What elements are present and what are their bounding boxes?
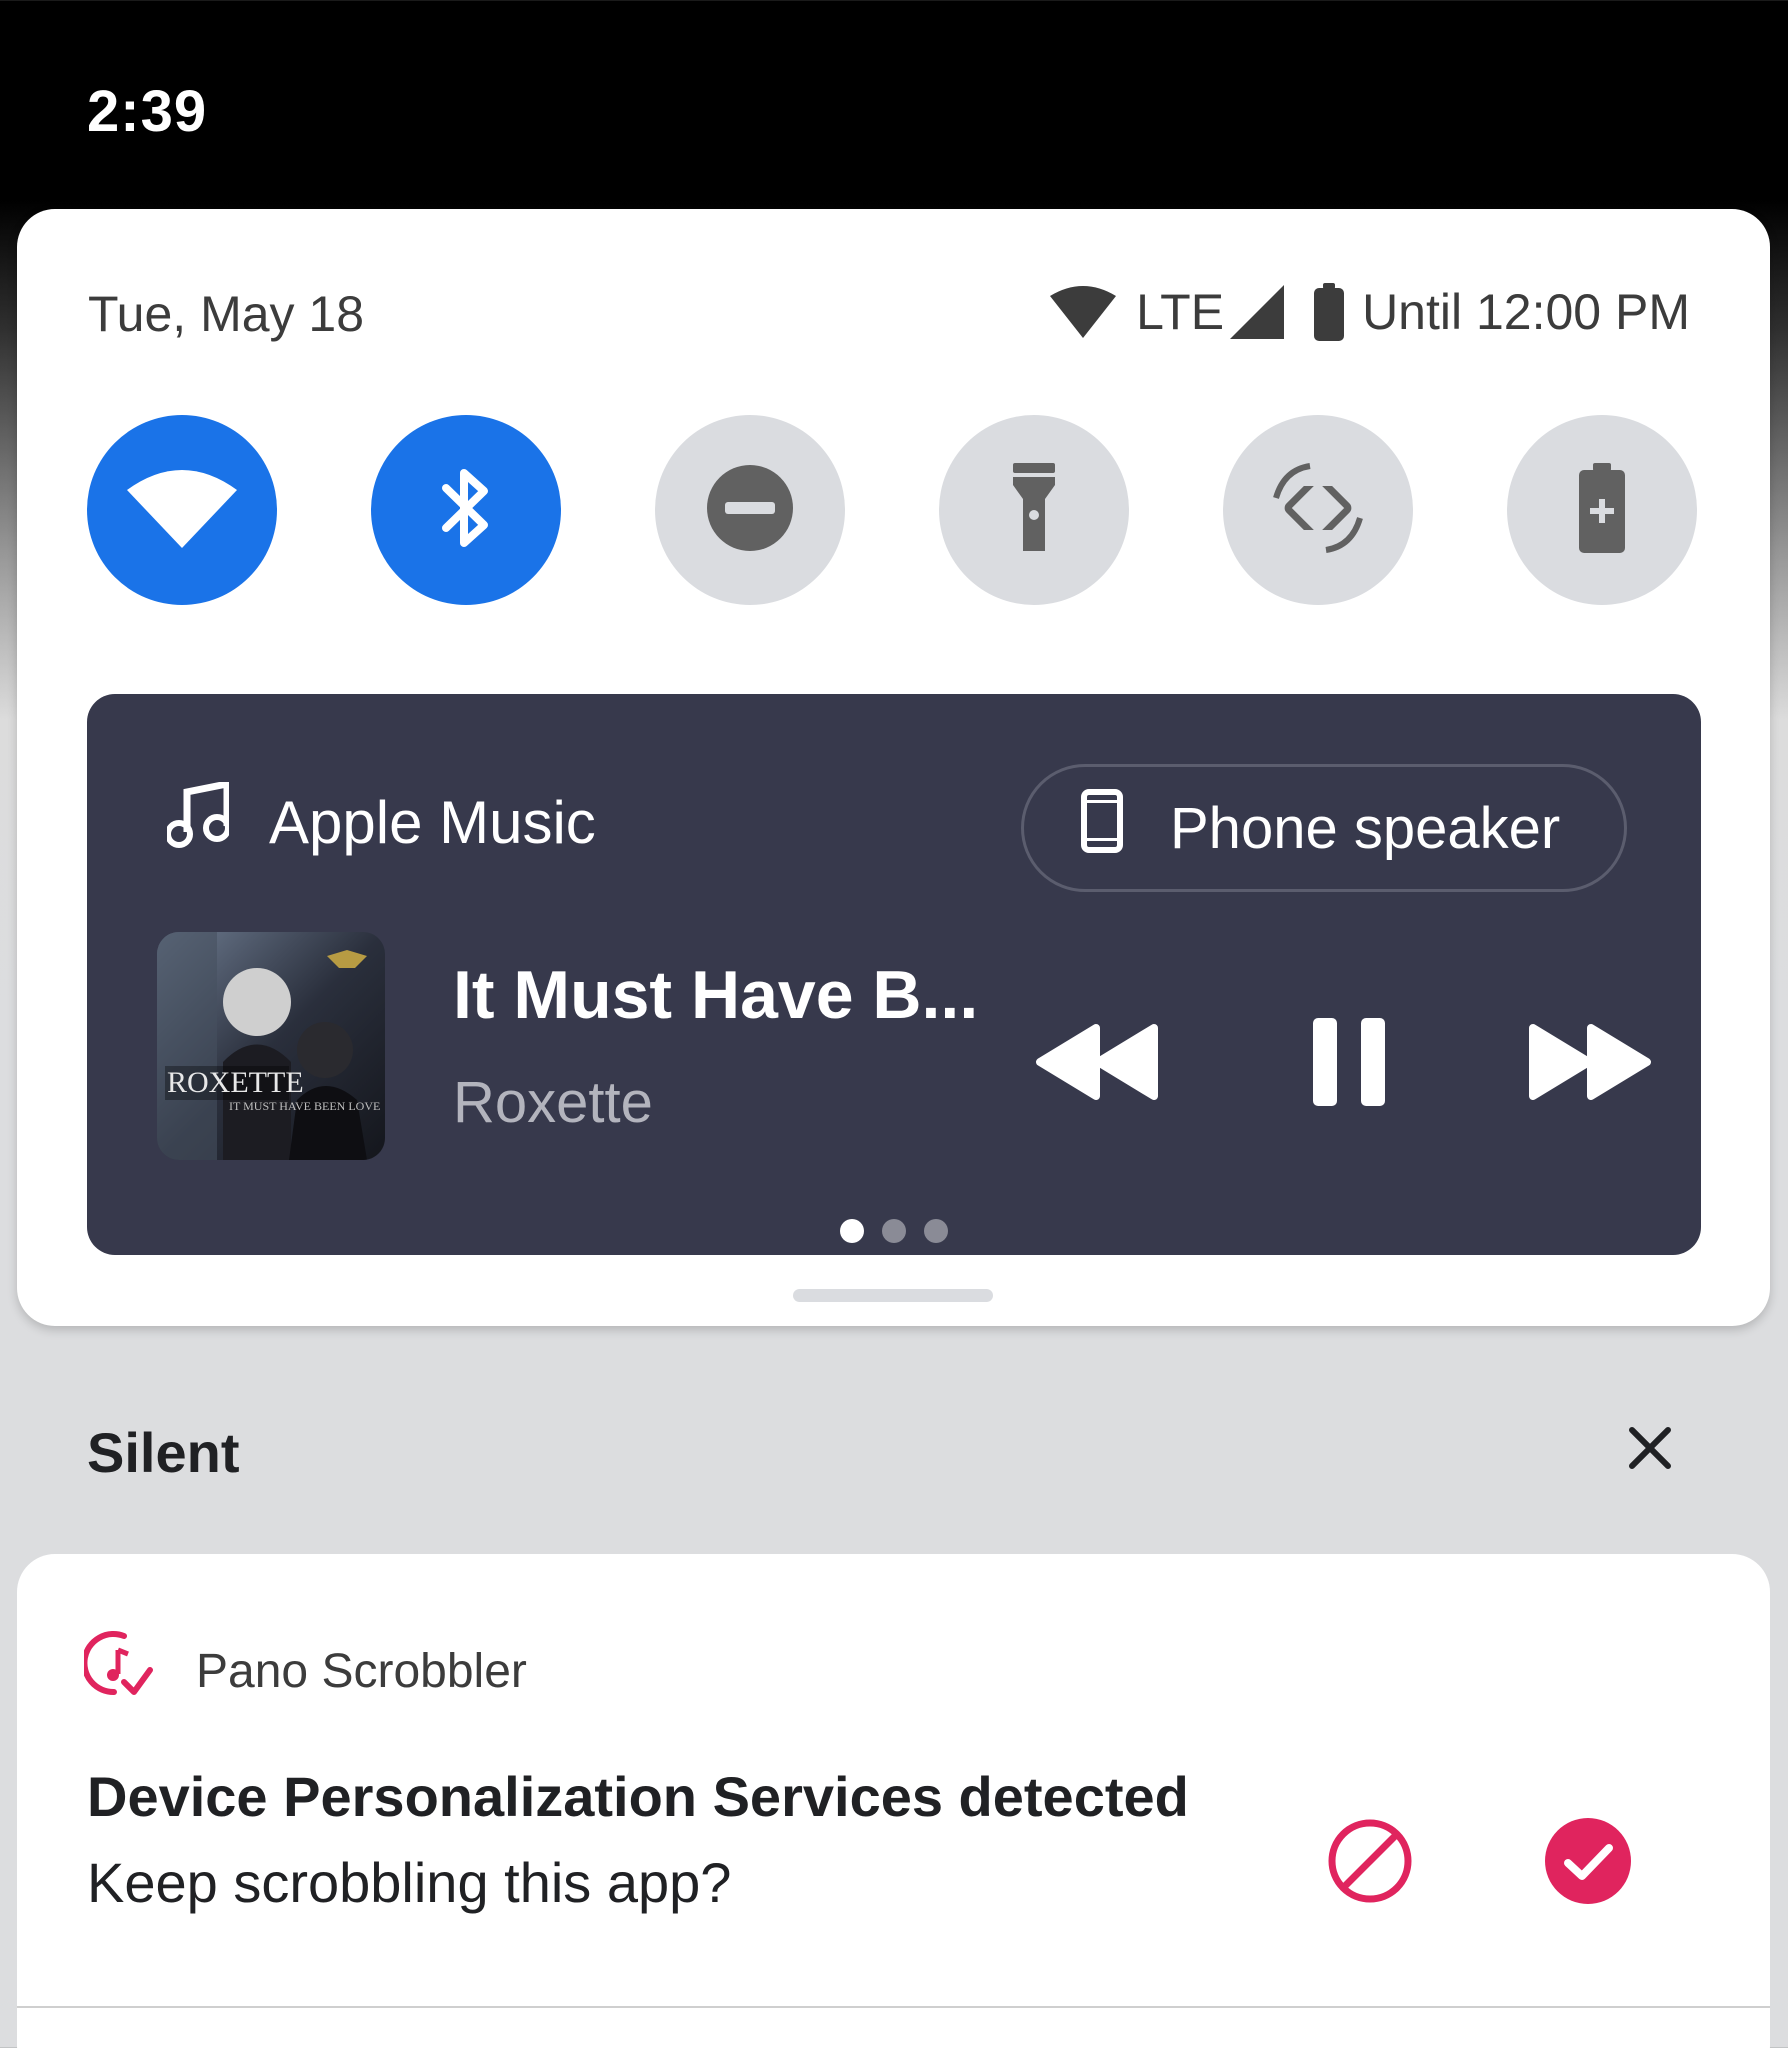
tile-flashlight[interactable] [939, 415, 1129, 605]
svg-text:IT MUST HAVE BEEN LOVE: IT MUST HAVE BEEN LOVE [229, 1099, 380, 1113]
album-art-logo: ROXETTE [167, 1066, 304, 1099]
media-app-name: Apple Music [269, 788, 596, 856]
fast-forward-icon [1525, 1023, 1655, 1105]
wifi-signal-icon [1050, 286, 1117, 338]
tile-wifi[interactable] [87, 415, 277, 605]
quick-settings-panel: Tue, May 18 LTE Until 12:00 PM Apple Mus… [17, 209, 1770, 1326]
album-art: ROXETTE IT MUST HAVE BEEN LOVE [157, 932, 385, 1160]
notification-divider [17, 2006, 1770, 2008]
media-page-indicator [87, 1219, 1701, 1243]
status-icons: LTE Until 12:00 PM [1050, 279, 1690, 345]
tile-auto-rotate[interactable] [1223, 415, 1413, 605]
media-app-header: Apple Music [165, 779, 596, 862]
block-icon [1326, 1817, 1414, 1910]
notification-app-name: Pano Scrobbler [196, 1644, 527, 1698]
battery-icon [1314, 283, 1345, 341]
phone-icon [1080, 788, 1124, 868]
section-title: Silent [87, 1421, 240, 1484]
panel-drag-handle[interactable] [793, 1289, 993, 1302]
page-dot[interactable] [924, 1219, 948, 1243]
tile-do-not-disturb[interactable] [655, 415, 845, 605]
cell-signal-icon [1230, 285, 1285, 339]
notification-text: Keep scrobbling this app? [87, 1851, 732, 1914]
pause-button[interactable] [1274, 994, 1424, 1134]
next-track-button[interactable] [1515, 994, 1665, 1134]
bluetooth-icon [436, 463, 496, 558]
previous-track-button[interactable] [1022, 994, 1172, 1134]
notification-card[interactable]: Pano Scrobbler Device Personalization Se… [17, 1554, 1770, 2048]
output-device-chip[interactable]: Phone speaker [1021, 764, 1627, 892]
page-dot[interactable] [882, 1219, 906, 1243]
check-icon [1544, 1817, 1632, 1910]
track-title: It Must Have B... [453, 957, 979, 1033]
rewind-icon [1032, 1023, 1162, 1105]
auto-rotate-icon [1270, 460, 1366, 561]
block-action-button[interactable] [1315, 1808, 1425, 1918]
track-artist: Roxette [453, 1070, 653, 1135]
music-note-icon [165, 779, 231, 862]
close-icon [1628, 1426, 1672, 1475]
page-dot[interactable] [840, 1219, 864, 1243]
notification-app-header: Pano Scrobbler [81, 1630, 527, 1712]
clear-section-button[interactable] [1620, 1420, 1680, 1480]
battery-estimate-label: Until 12:00 PM [1362, 284, 1690, 340]
accept-action-button[interactable] [1533, 1808, 1643, 1918]
date-label[interactable]: Tue, May 18 [88, 285, 364, 343]
pano-scrobbler-icon [81, 1630, 154, 1712]
battery-saver-icon [1579, 462, 1625, 558]
flashlight-icon [1009, 462, 1059, 558]
notification-title: Device Personalization Services detected [87, 1765, 1189, 1828]
network-type-label: LTE [1136, 284, 1225, 340]
quick-settings-tiles [87, 415, 1717, 605]
output-device-label: Phone speaker [1170, 795, 1561, 861]
status-bar-time: 2:39 [87, 79, 208, 144]
pause-icon [1313, 1017, 1385, 1111]
wifi-icon [127, 468, 237, 553]
tile-bluetooth[interactable] [371, 415, 561, 605]
dnd-icon [705, 463, 795, 558]
tile-battery-saver[interactable] [1507, 415, 1697, 605]
media-player-card[interactable]: Apple Music Phone speaker ROXETTE IT MUS… [87, 694, 1701, 1255]
